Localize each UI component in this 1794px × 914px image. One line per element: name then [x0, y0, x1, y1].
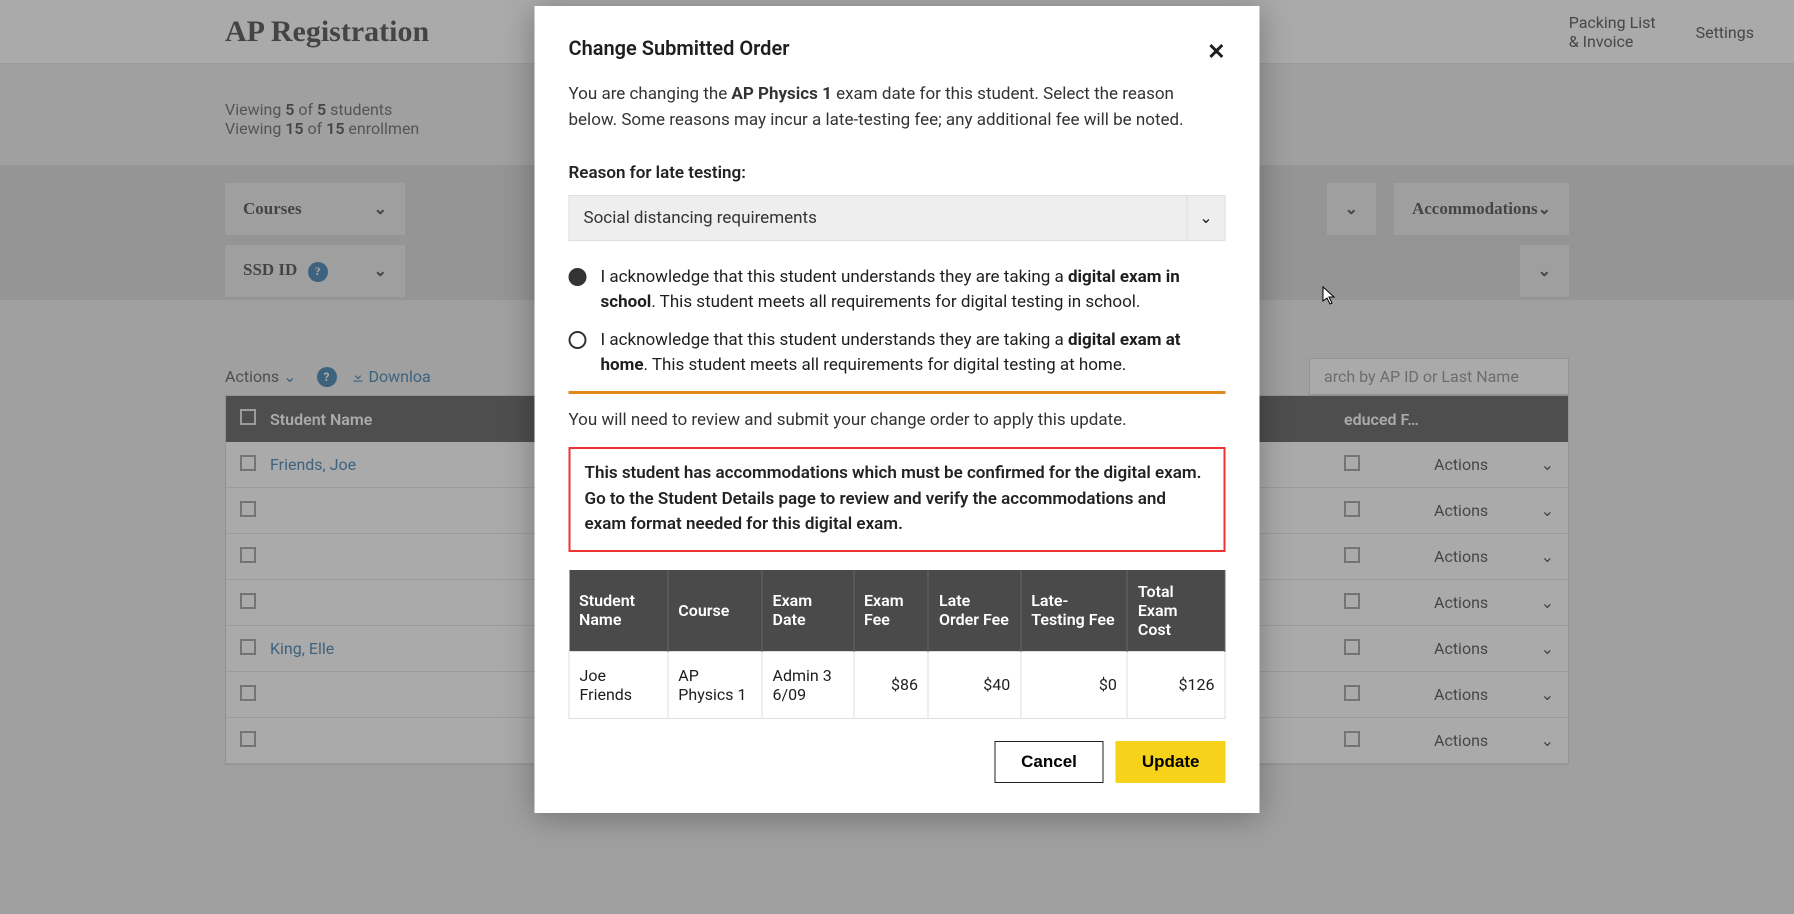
acknowledgement-radios: I acknowledge that this student understa…	[569, 265, 1226, 379]
cancel-button[interactable]: Cancel	[994, 741, 1104, 783]
divider	[569, 391, 1226, 394]
fee-col-fee: Exam Fee	[854, 570, 929, 652]
fee-cell-latetest: $0	[1021, 651, 1128, 718]
modal-intro: You are changing the AP Physics 1 exam d…	[569, 82, 1226, 133]
cursor-icon	[1322, 286, 1338, 311]
fee-table: Student Name Course Exam Date Exam Fee L…	[569, 570, 1226, 719]
radio-in-school-label: I acknowledge that this student understa…	[601, 265, 1226, 316]
fee-col-name: Student Name	[569, 570, 668, 652]
reason-select-value: Social distancing requirements	[570, 196, 1187, 240]
fee-table-row: Joe Friends AP Physics 1 Admin 3 6/09 $8…	[569, 651, 1225, 718]
radio-icon	[569, 331, 587, 349]
radio-in-school[interactable]: I acknowledge that this student understa…	[569, 265, 1226, 316]
fee-col-course: Course	[668, 570, 762, 652]
modal-title: Change Submitted Order	[569, 36, 1226, 60]
fee-col-late: Late Order Fee	[928, 570, 1020, 652]
fee-col-date: Exam Date	[762, 570, 853, 652]
reason-select[interactable]: Social distancing requirements ⌄	[569, 195, 1226, 241]
fee-cell-course: AP Physics 1	[668, 651, 762, 718]
review-note: You will need to review and submit your …	[569, 408, 1226, 434]
reason-label: Reason for late testing:	[569, 161, 1226, 187]
modal-footer: Cancel Update	[569, 741, 1226, 783]
intro-course-name: AP Physics 1	[731, 84, 831, 104]
accommodations-warning: This student has accommodations which mu…	[569, 447, 1226, 552]
chevron-down-icon: ⌄	[1187, 196, 1225, 240]
change-order-modal: Change Submitted Order ✕ You are changin…	[535, 6, 1260, 813]
fee-cell-fee: $86	[854, 651, 929, 718]
fee-col-latetest: Late-Testing Fee	[1021, 570, 1128, 652]
radio-at-home-label: I acknowledge that this student understa…	[601, 328, 1226, 379]
fee-cell-late: $40	[928, 651, 1020, 718]
fee-cell-total: $126	[1127, 651, 1225, 718]
fee-cell-date: Admin 3 6/09	[762, 651, 853, 718]
fee-table-header: Student Name Course Exam Date Exam Fee L…	[569, 570, 1225, 652]
fee-col-total: Total Exam Cost	[1127, 570, 1225, 652]
radio-at-home[interactable]: I acknowledge that this student understa…	[569, 328, 1226, 379]
update-button[interactable]: Update	[1116, 741, 1226, 783]
close-icon[interactable]: ✕	[1207, 40, 1225, 65]
radio-icon	[569, 268, 587, 286]
fee-cell-name: Joe Friends	[569, 651, 668, 718]
